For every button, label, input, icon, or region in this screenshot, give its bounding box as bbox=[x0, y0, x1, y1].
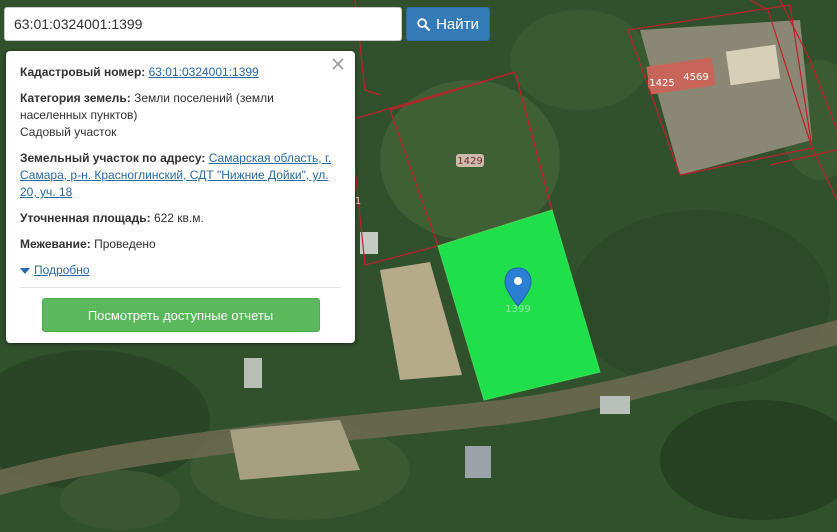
category-sub: Садовый участок bbox=[20, 125, 117, 139]
address-row: Земельный участок по адресу: Самарская о… bbox=[20, 150, 341, 201]
cadastral-label: Кадастровый номер: bbox=[20, 65, 146, 79]
sand-area-2 bbox=[230, 420, 360, 480]
area-value: 622 кв.м. bbox=[153, 211, 204, 225]
cadastral-row: Кадастровый номер: 63:01:0324001:1399 bbox=[20, 64, 341, 81]
caret-down-icon bbox=[20, 267, 30, 274]
shed-2 bbox=[465, 446, 491, 478]
survey-row: Межевание: Проведено bbox=[20, 236, 341, 253]
close-icon[interactable] bbox=[330, 56, 346, 72]
divider bbox=[20, 287, 341, 288]
category-label: Категория земель: bbox=[20, 91, 131, 105]
parcel-label-4569: 4569 bbox=[682, 70, 710, 83]
search-button[interactable]: Найти bbox=[406, 7, 490, 41]
details-link[interactable]: Подробно bbox=[34, 262, 90, 279]
svg-text:1429: 1429 bbox=[457, 156, 482, 167]
svg-text:1425: 1425 bbox=[649, 78, 674, 89]
parcel-label-edge: 1 bbox=[355, 196, 361, 207]
search-input[interactable] bbox=[4, 7, 402, 41]
category-row: Категория земель: Земли поселений (земли… bbox=[20, 90, 341, 141]
search-button-label: Найти bbox=[436, 15, 479, 33]
shed bbox=[244, 358, 262, 388]
survey-label: Межевание: bbox=[20, 237, 91, 251]
area-label: Уточненная площадь: bbox=[20, 211, 151, 225]
shed-3 bbox=[600, 396, 630, 414]
search-icon bbox=[417, 17, 431, 31]
survey-value: Проведено bbox=[94, 237, 156, 251]
roof-building-2 bbox=[725, 44, 781, 86]
view-reports-button[interactable]: Посмотреть доступные отчеты bbox=[41, 298, 320, 332]
area-row: Уточненная площадь: 622 кв.м. bbox=[20, 210, 341, 227]
svg-text:4569: 4569 bbox=[683, 72, 708, 83]
parcel-info-popup: Кадастровый номер: 63:01:0324001:1399 Ка… bbox=[6, 51, 355, 343]
details-toggle[interactable]: Подробно bbox=[20, 262, 341, 279]
parcel-label-1429: 1429 bbox=[456, 154, 484, 167]
address-label: Земельный участок по адресу: bbox=[20, 151, 206, 165]
search-bar: Найти bbox=[4, 7, 490, 41]
parcel-label-1425: 1425 bbox=[648, 76, 676, 89]
cadastral-link[interactable]: 63:01:0324001:1399 bbox=[149, 65, 259, 79]
